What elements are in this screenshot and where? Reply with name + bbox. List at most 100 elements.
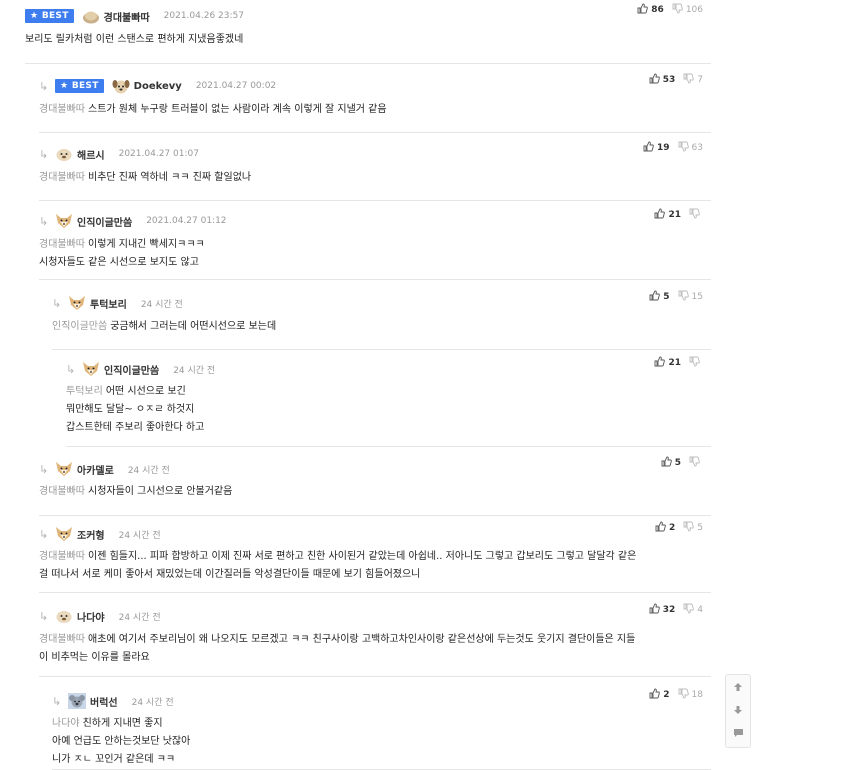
reply-mention[interactable]: 경대불빠따 [39, 172, 85, 183]
comment-header: ↳ 버럭선 24 시간 전 [52, 691, 711, 711]
avatar[interactable] [55, 608, 73, 624]
comment-text: 비추단 진짜 역하네 ㅋㅋ 진짜 할일없나 [88, 172, 252, 183]
comment-line: 시청자들도 같은 시선으로 보지도 않고 [39, 254, 691, 272]
avatar[interactable] [68, 295, 86, 311]
nickname[interactable]: 해르시 [77, 147, 105, 162]
thumbs-up-icon[interactable] [654, 356, 666, 370]
reply-mention[interactable]: 경대불빠따 [39, 634, 85, 645]
comment-item: ↳ 인직이글만씀 24 시간 전 21 투턱보리 어떤 시선으로 보긴 뭐만해도 달달~ ㅇ… [66, 353, 711, 447]
reply-arrow-icon: ↳ [39, 527, 49, 541]
avatar[interactable] [55, 461, 73, 477]
comment-date: 2021.04.27 00:02 [195, 81, 277, 91]
reply-arrow-icon: ↳ [39, 79, 49, 93]
reply-mention[interactable]: 경대불빠따 [39, 486, 85, 497]
comment-text: 니가 ㅈㄴ 꼬인거 같은데 ㅋㅋ [52, 754, 176, 765]
thumbs-up-icon[interactable] [637, 3, 649, 17]
thumbs-down-icon[interactable] [678, 141, 689, 155]
thumbs-up-icon[interactable] [649, 688, 661, 702]
downvote-count: 15 [691, 292, 703, 302]
reply-mention[interactable]: 투턱보리 [66, 386, 103, 397]
reply-mention[interactable]: 인직이글만씀 [52, 321, 107, 332]
comment-header: ↳ ★ BEST Doekevy 2021.04.27 00:02 [39, 76, 711, 96]
vote-area: 5 15 [649, 290, 703, 304]
downvote-count: 18 [691, 690, 703, 700]
avatar[interactable] [112, 78, 130, 94]
comment-icon[interactable] [726, 722, 750, 744]
comment-text: 시청자들도 같은 시선으로 보지도 않고 [39, 257, 199, 268]
thumbs-up-icon[interactable] [643, 141, 654, 155]
reply-mention[interactable]: 경대불빠따 [39, 551, 85, 562]
downvote-count: 5 [697, 523, 703, 533]
comment-item: ↳ 나다야 24 시간 전 32 4 경대불빠따 애초에 여기서 주보리님이 왜 나오지도 … [39, 600, 711, 677]
thumbs-up-icon[interactable] [654, 208, 666, 222]
scroll-up-icon[interactable] [726, 676, 750, 698]
nickname[interactable]: Doekevy [134, 81, 182, 92]
thumbs-down-icon[interactable] [683, 521, 695, 535]
vote-area: 19 63 [643, 141, 703, 155]
comment-line: 아예 언급도 안하는것보단 낫잖아 [52, 733, 691, 751]
comment-line: 걸 떠나서 서로 케미 좋아서 재밌었는데 이간질러들 악성결단이들 때문에 보… [39, 566, 691, 584]
comment-header: ↳ 해르시 2021.04.27 01:07 [39, 144, 711, 164]
comment-text: 애초에 여기서 주보리님이 왜 나오지도 모르겠고 ㅋㅋ 친구사이랑 고백하고차… [88, 634, 636, 645]
reply-mention[interactable]: 경대불빠따 [39, 104, 85, 115]
comment-body: 경대불빠따 애초에 여기서 주보리님이 왜 나오지도 모르겠고 ㅋㅋ 친구사이랑 … [39, 631, 691, 667]
avatar[interactable] [82, 361, 100, 377]
scroll-down-icon[interactable] [726, 699, 750, 721]
avatar[interactable] [55, 146, 73, 162]
comment-line: 이 비추먹는 이유를 몰라요 [39, 649, 691, 667]
upvote-count: 2 [669, 523, 676, 533]
thumbs-down-icon[interactable] [689, 356, 700, 370]
upvote-count: 21 [668, 358, 681, 368]
comment-text: 이렇게 지내긴 빡세지ㅋㅋㅋ [88, 239, 205, 250]
nickname[interactable]: 아카델로 [77, 462, 114, 477]
reply-arrow-icon: ↳ [39, 147, 49, 161]
comment-item: ↳ 아카델로 24 시간 전 5 경대불빠따 시청자들이 그시선으로 안볼거같음 [39, 453, 711, 516]
vote-area: 53 7 [649, 73, 703, 87]
comment-line: 경대불빠따 비추단 진짜 역하네 ㅋㅋ 진짜 할일없나 [39, 169, 691, 187]
upvote-count: 5 [663, 292, 670, 302]
upvote-count: 86 [651, 5, 664, 15]
nickname[interactable]: 나다야 [77, 609, 105, 624]
nickname[interactable]: 인직이글만씀 [104, 362, 159, 377]
thumbs-down-icon[interactable] [678, 290, 689, 304]
comment-line: 경대불빠따 시청자들이 그시선으로 안볼거같음 [39, 483, 691, 501]
comment-header: ↳ 나다야 24 시간 전 [39, 606, 711, 626]
thumbs-up-icon[interactable] [661, 456, 672, 470]
downvote-count: 106 [685, 5, 703, 15]
comment-text: 어떤 시선으로 보긴 [105, 386, 186, 397]
reply-mention[interactable]: 나다야 [52, 718, 80, 729]
downvote-count: 7 [697, 75, 703, 85]
thumbs-down-icon[interactable] [683, 73, 695, 87]
nickname[interactable]: 경대불빠따 [104, 9, 150, 24]
reply-arrow-icon: ↳ [39, 609, 49, 623]
comment-text: 걸 떠나서 서로 케미 좋아서 재밌었는데 이간질러들 악성결단이들 때문에 보… [39, 569, 421, 580]
reply-arrow-icon: ↳ [66, 362, 76, 376]
downvote-count: 4 [697, 605, 703, 615]
thumbs-down-icon[interactable] [689, 456, 700, 470]
comment-body: 경대불빠따 비추단 진짜 역하네 ㅋㅋ 진짜 할일없나 [39, 169, 691, 187]
comment-line: 갑스트한테 주보리 좋아한다 하고 [66, 419, 691, 437]
thumbs-up-icon[interactable] [655, 521, 666, 535]
thumbs-down-icon[interactable] [683, 603, 695, 617]
thumbs-up-icon[interactable] [649, 290, 661, 304]
nickname[interactable]: 조커형 [77, 527, 105, 542]
avatar[interactable] [82, 8, 100, 24]
nickname[interactable]: 인직이글만씀 [77, 214, 132, 229]
avatar[interactable] [55, 213, 73, 229]
nickname[interactable]: 버럭선 [90, 694, 118, 709]
comment-body: 인직이글만씀 궁금해서 그러는데 어떤시선으로 보는데 [52, 318, 691, 336]
thumbs-down-icon[interactable] [678, 688, 689, 702]
comment-text: 궁금해서 그러는데 어떤시선으로 보는데 [110, 321, 277, 332]
comment-header: ↳ 인직이글만씀 2021.04.27 01:12 [39, 211, 711, 231]
avatar[interactable] [68, 693, 86, 709]
thumbs-down-icon[interactable] [672, 3, 683, 17]
comment-text: 시청자들이 그시선으로 안볼거같음 [88, 486, 233, 497]
comment-date: 2021.04.26 23:57 [163, 11, 244, 21]
reply-mention[interactable]: 경대불빠따 [39, 239, 85, 250]
avatar[interactable] [55, 526, 73, 542]
thumbs-down-icon[interactable] [689, 208, 700, 222]
thumbs-up-icon[interactable] [649, 73, 660, 87]
thumbs-up-icon[interactable] [649, 603, 660, 617]
nickname[interactable]: 투턱보리 [90, 296, 127, 311]
vote-area: 86 106 [637, 3, 703, 17]
